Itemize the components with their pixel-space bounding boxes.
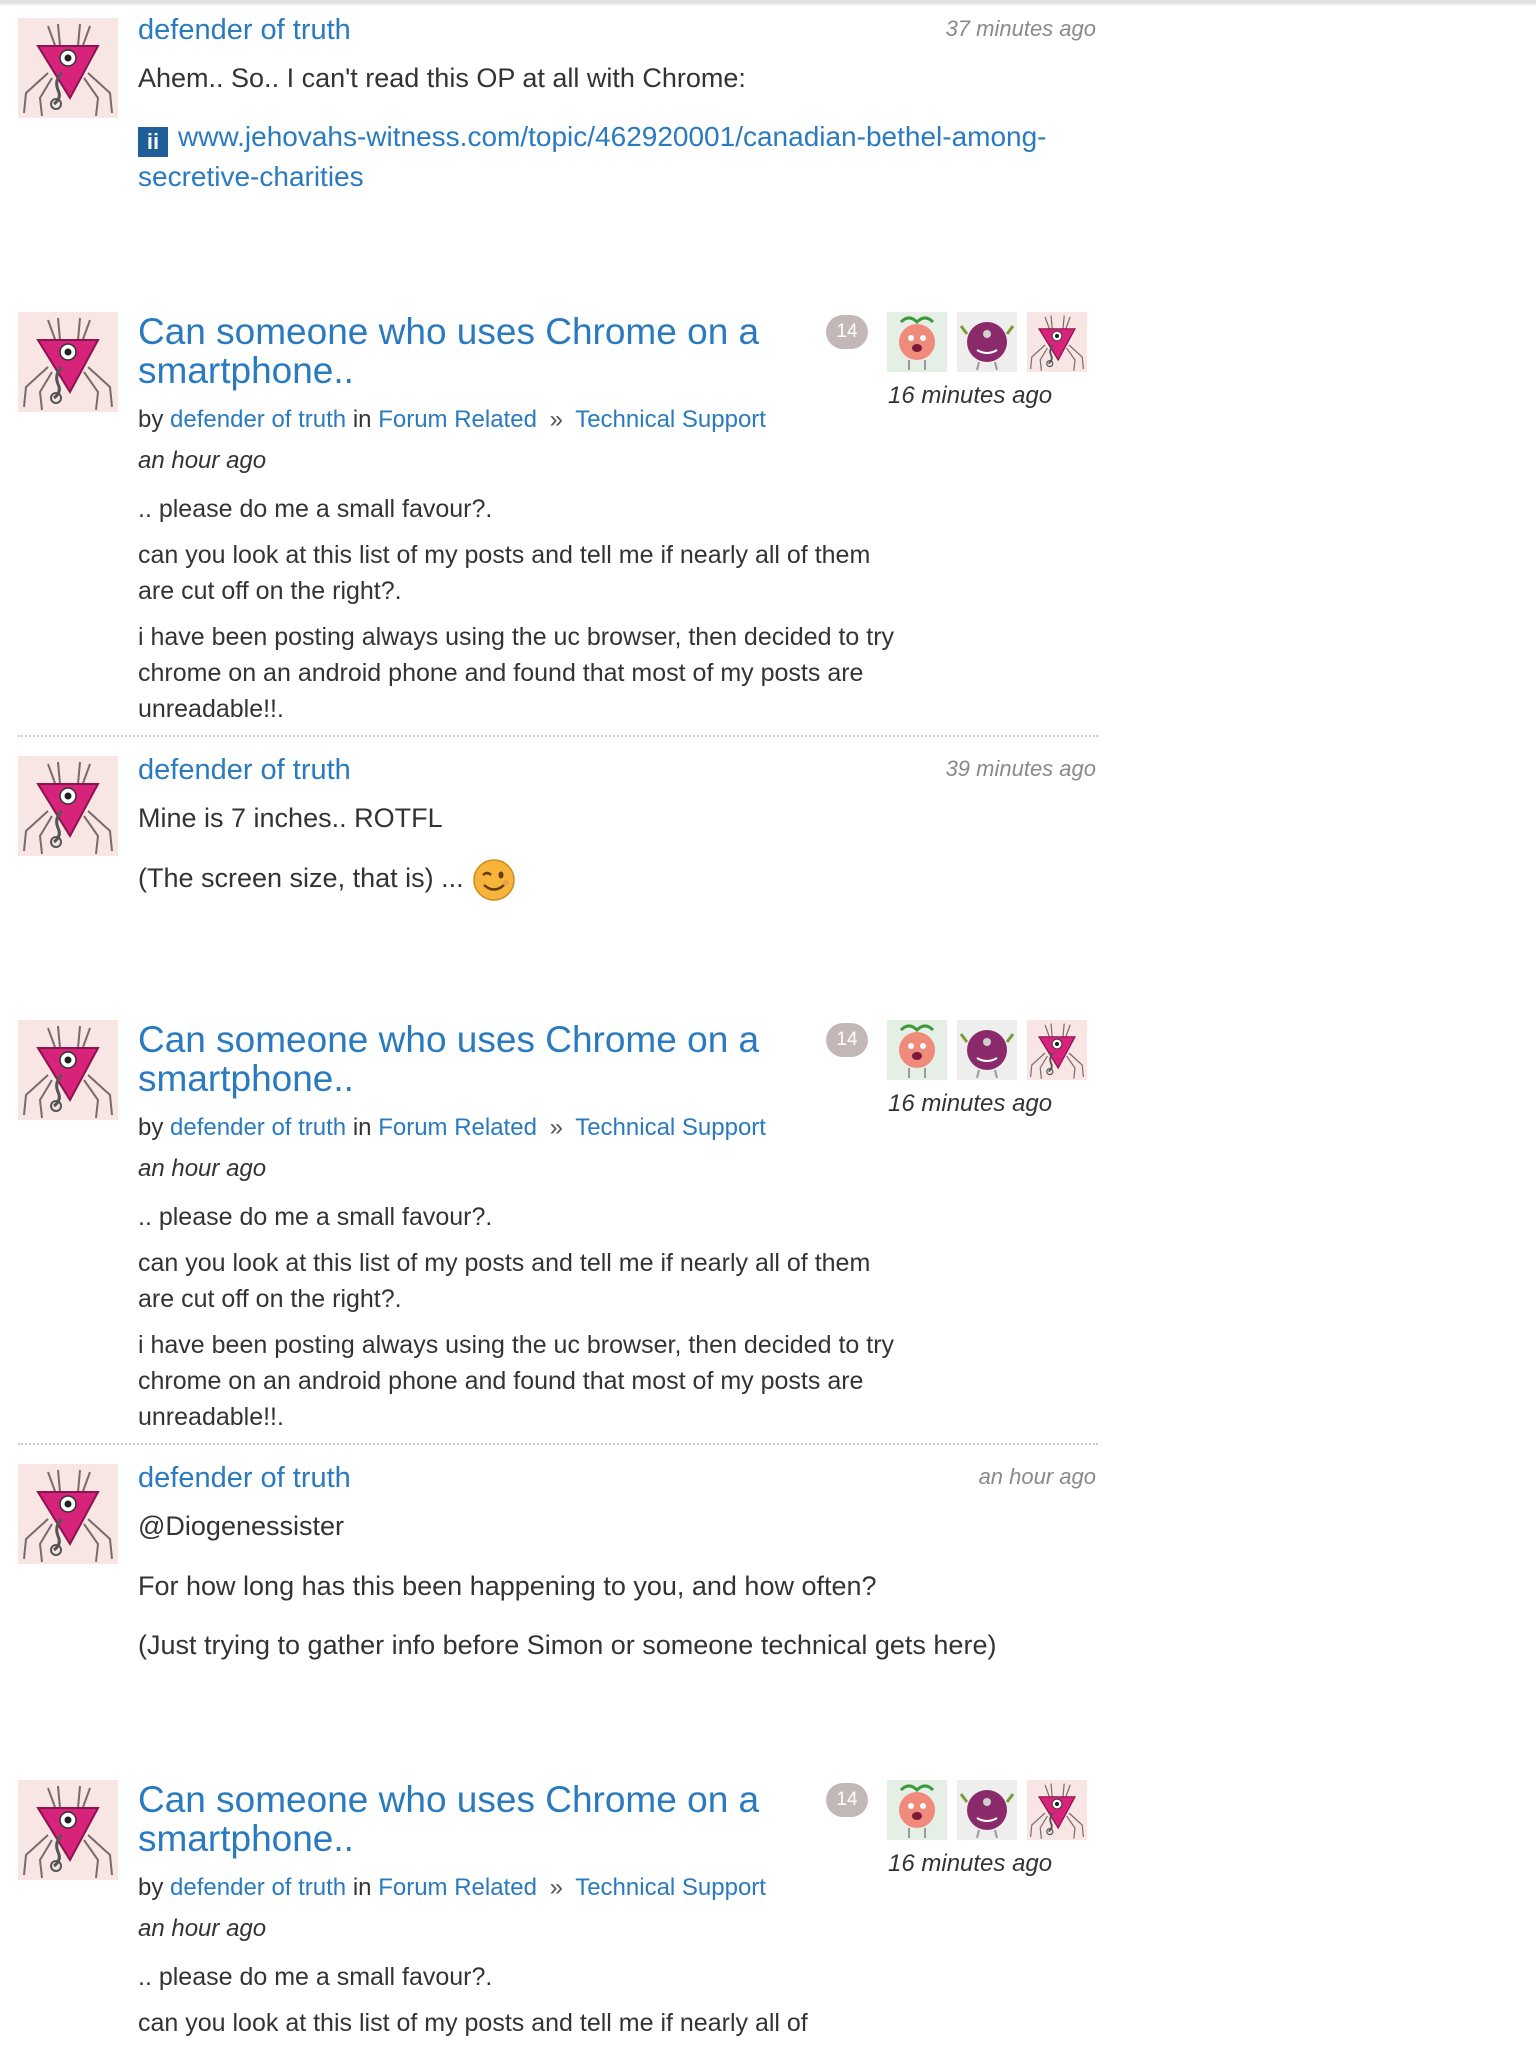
in-label: in [352,406,372,433]
post-text-content: (The screen size, that is) ... [138,863,464,894]
in-label: in [352,1114,372,1141]
category-link[interactable]: Forum Related [378,1874,537,1901]
topic-meta: by defender of truth in Forum Related » … [138,406,766,434]
participant-avatar[interactable] [1027,1020,1087,1080]
title-line-2[interactable]: smartphone.. [138,1059,838,1098]
title-line-1[interactable]: Can someone who uses Chrome on a [138,312,838,351]
bug-avatar-icon [1027,1020,1087,1080]
green-hair-avatar-icon [887,1780,947,1840]
topic-title[interactable]: Can someone who uses Chrome on a smartph… [138,312,838,390]
post-divider [18,1443,1098,1445]
subcategory-link[interactable]: Technical Support [575,406,766,433]
topic-paragraph: .. please do me a small favour?. [138,1203,493,1231]
green-hair-avatar-icon [887,312,947,372]
topic-title[interactable]: Can someone who uses Chrome on a smartph… [138,1780,838,1858]
top-edge [0,0,1536,4]
bug-avatar-icon [18,18,118,118]
title-line-2[interactable]: smartphone.. [138,351,838,390]
category-link[interactable]: Forum Related [378,1114,537,1141]
breadcrumb-separator: » [549,1114,563,1141]
topic-paragraph: can you look at this list of my posts an… [138,541,871,605]
purple-monster-avatar-icon [957,312,1017,372]
post-link[interactable]: ii www.jehovahs-witness.com/topic/4629200… [138,117,1078,197]
link-line-1[interactable]: www.jehovahs-witness.com/topic/462920001… [178,121,1047,152]
last-activity: 16 minutes ago [888,1850,1053,1877]
reply-count-badge: 14 [826,315,868,349]
author-link[interactable]: defender of truth [138,754,351,787]
author-avatar[interactable] [18,18,118,118]
participant-avatar[interactable] [1027,1780,1087,1840]
posted-time: an hour ago [138,1915,267,1942]
author-link[interactable]: defender of truth [170,1874,346,1901]
author-avatar[interactable] [18,756,118,856]
bug-avatar-icon [18,1464,118,1564]
purple-monster-avatar-icon [957,1020,1017,1080]
bug-avatar-icon [1027,312,1087,372]
title-line-2[interactable]: smartphone.. [138,1819,838,1858]
participant-avatar[interactable] [957,1020,1017,1080]
author-link[interactable]: defender of truth [138,1462,351,1495]
by-label: by [138,406,164,433]
topic-paragraph: i have been posting always using the uc … [138,1331,895,1431]
title-line-1[interactable]: Can someone who uses Chrome on a [138,1020,838,1059]
participant-avatar[interactable] [887,1780,947,1840]
post-divider [18,735,1098,737]
bug-avatar-icon [18,756,118,856]
by-label: by [138,1874,164,1901]
in-label: in [352,1874,372,1901]
participant-avatar[interactable] [957,1780,1017,1840]
author-avatar[interactable] [18,1020,118,1120]
author-link[interactable]: defender of truth [170,406,346,433]
subcategory-link[interactable]: Technical Support [575,1874,766,1901]
by-label: by [138,1114,164,1141]
title-line-1[interactable]: Can someone who uses Chrome on a [138,1780,838,1819]
bug-avatar-icon [18,1780,118,1880]
post-time: 37 minutes ago [945,16,1096,41]
subcategory-link[interactable]: Technical Support [575,1114,766,1141]
topic-meta: by defender of truth in Forum Related » … [138,1114,766,1142]
post-text: (Just trying to gather info before Simon… [138,1630,997,1660]
post-time: an hour ago [978,1464,1096,1489]
reply-count-badge: 14 [826,1023,868,1057]
topic-title[interactable]: Can someone who uses Chrome on a smartph… [138,1020,838,1098]
topic-meta: by defender of truth in Forum Related » … [138,1874,766,1902]
participant-avatar[interactable] [957,312,1017,372]
category-link[interactable]: Forum Related [378,406,537,433]
participant-avatar[interactable] [887,312,947,372]
bug-avatar-icon [18,1020,118,1120]
post-text: Mine is 7 inches.. ROTFL [138,803,443,833]
breadcrumb-separator: » [549,1874,563,1901]
participant-avatar[interactable] [1027,312,1087,372]
participant-avatar[interactable] [887,1020,947,1080]
author-avatar[interactable] [18,312,118,412]
purple-monster-avatar-icon [957,1780,1017,1840]
topic-paragraph: can you look at this list of my posts an… [138,1249,871,1313]
topic-paragraph: .. please do me a small favour?. [138,1963,493,1991]
author-link[interactable]: defender of truth [170,1114,346,1141]
wink-emoji-icon [472,858,516,902]
topic-paragraph: can you look at this list of my posts an… [138,2009,808,2037]
breadcrumb-separator: » [549,406,563,433]
author-avatar[interactable] [18,1464,118,1564]
post-text: For how long has this been happening to … [138,1571,877,1601]
last-activity: 16 minutes ago [888,1090,1053,1117]
post-text: Ahem.. So.. I can't read this OP at all … [138,63,746,93]
posted-time: an hour ago [138,1155,267,1182]
mention-link[interactable]: @Diogenessister [138,1508,344,1544]
bug-avatar-icon [1027,1780,1087,1840]
post-time: 39 minutes ago [945,756,1096,781]
jw-favicon-icon: ii [138,127,168,157]
bug-avatar-icon [18,312,118,412]
posted-time: an hour ago [138,447,267,474]
topic-paragraph: i have been posting always using the uc … [138,623,895,723]
author-link[interactable]: defender of truth [138,14,351,47]
topic-paragraph: .. please do me a small favour?. [138,495,493,523]
reply-count-badge: 14 [826,1783,868,1817]
green-hair-avatar-icon [887,1020,947,1080]
author-avatar[interactable] [18,1780,118,1880]
link-line-2[interactable]: secretive-charities [138,161,364,192]
post-text: (The screen size, that is) ... [138,858,516,902]
last-activity: 16 minutes ago [888,382,1053,409]
